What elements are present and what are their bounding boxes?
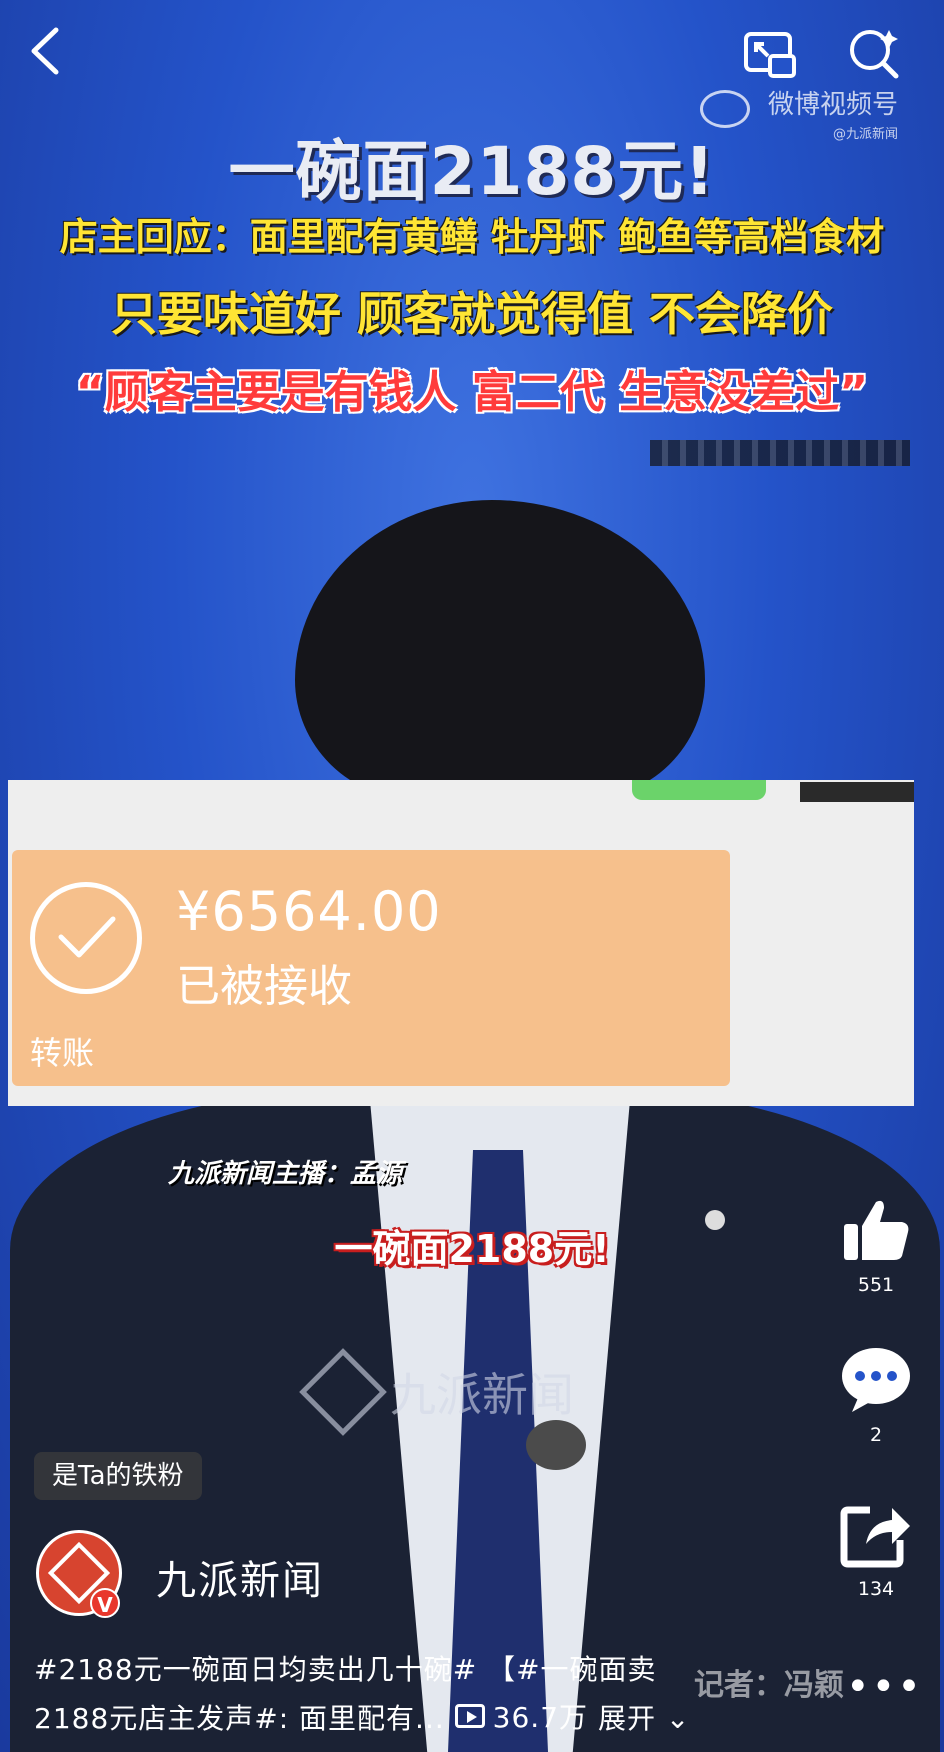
comment-icon [842, 1348, 910, 1412]
green-strip [632, 780, 766, 800]
like-count: 551 [857, 1274, 895, 1296]
channel-watermark: 九派新闻 [299, 1348, 574, 1436]
video-headline: 一碗面2188元! [228, 133, 716, 210]
verified-badge-icon: V [90, 1588, 120, 1618]
comment-count: 2 [869, 1424, 883, 1446]
author-name[interactable]: 九派新闻 [156, 1548, 324, 1606]
anchor-label: 九派新闻主播：孟源 [168, 1159, 403, 1189]
search-button[interactable] [846, 26, 902, 82]
comment-button[interactable]: 2 [834, 1346, 918, 1446]
expand-button[interactable]: 展开 ⌄ [598, 1702, 690, 1735]
share-button[interactable]: 134 [834, 1500, 918, 1600]
pip-icon [744, 32, 796, 78]
headline-line-1: 店主回应：面里配有黄鳝 牡丹虾 鲍鱼等高档食材 [59, 215, 885, 259]
fan-badge: 是Ta的铁粉 [34, 1452, 202, 1500]
blurred-text [650, 440, 910, 466]
video-subtitle: 一碗面2188元! [334, 1227, 610, 1271]
watermark-brand: 微博视频号 [767, 90, 898, 120]
headline-quote: “顾客主要是有钱人 富二代 生意没差过” [75, 367, 869, 418]
video-player[interactable]: 微博视频号 @九派新闻 一碗面2188元! 店主回应：面里配有黄鳝 牡丹虾 鲍鱼… [0, 0, 944, 1752]
chevron-left-icon [31, 27, 59, 75]
view-count: 36.7万 [492, 1701, 589, 1734]
like-button[interactable]: 551 [834, 1196, 918, 1296]
transfer-amount: ¥6564.00 [176, 880, 442, 943]
channel-watermark-text: 九派新闻 [390, 1368, 574, 1422]
more-options-button[interactable]: ••• [846, 1664, 923, 1710]
jiupai-logo-icon [299, 1348, 387, 1436]
transfer-type: 转账 [30, 1034, 95, 1072]
thumbs-up-icon [844, 1200, 909, 1260]
picture-in-picture-button[interactable] [742, 26, 798, 82]
presenter-hair [295, 500, 705, 800]
dark-strip [800, 782, 914, 802]
caption-line-2[interactable]: 2188元店主发声#: 面里配有... [34, 1702, 445, 1735]
expand-label: 展开 [597, 1702, 656, 1735]
transfer-card: ¥6564.00 已被接收 转账 [12, 850, 730, 1086]
share-count: 134 [857, 1578, 895, 1600]
reporter-label: 记者：冯颖 [694, 1668, 844, 1703]
check-circle-icon [30, 882, 142, 994]
share-icon [840, 1506, 910, 1568]
back-button[interactable] [26, 24, 86, 84]
play-count-icon [454, 1704, 485, 1728]
transfer-status: 已被接收 [176, 961, 352, 1012]
view-count-group: 36.7万 [454, 1696, 589, 1736]
search-icon [850, 30, 899, 79]
chevron-down-icon: ⌄ [665, 1702, 691, 1735]
headline-line-2: 只要味道好 顾客就觉得值 不会降价 [110, 287, 834, 341]
